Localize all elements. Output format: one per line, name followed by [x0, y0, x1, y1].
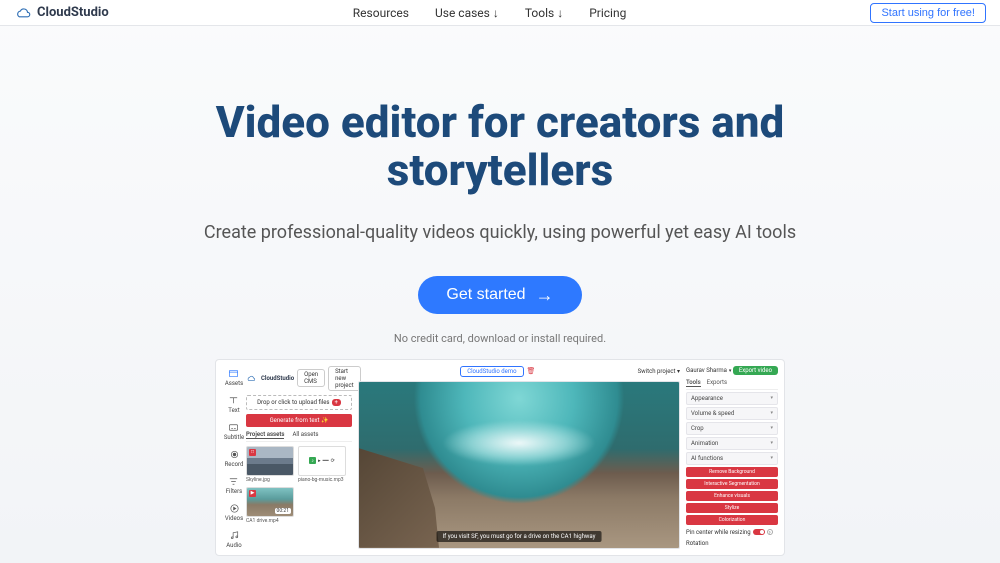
ai-remove-bg-button[interactable]: Remove Background — [686, 467, 778, 477]
nav-links: Resources Use cases ↓ Tools ↓ Pricing — [353, 6, 627, 20]
hero-note: No credit card, download or install requ… — [0, 332, 1000, 345]
tab-tools[interactable]: Tools — [686, 379, 701, 387]
text-icon — [228, 395, 239, 406]
rail-subtitle[interactable]: Subtitle — [224, 422, 244, 441]
accordion-animation[interactable]: Animation — [686, 437, 778, 450]
video-subtitle: If you visit SF, you must go for a drive… — [437, 531, 602, 542]
nav-pricing[interactable]: Pricing — [589, 6, 626, 20]
upload-dropzone[interactable]: Drop or click to upload files + — [246, 395, 352, 410]
preview-brand: CloudStudio — [246, 375, 294, 382]
badge-icon: □ — [249, 449, 256, 456]
folder-icon — [228, 368, 239, 379]
pin-center-row: Pin center while resizing ? — [686, 529, 778, 536]
cloud-icon — [246, 375, 256, 382]
badge-icon: ♪ — [309, 457, 316, 464]
accordion-ai-functions[interactable]: AI functions — [686, 452, 778, 465]
rail-filters[interactable]: Filters — [226, 476, 243, 495]
open-cms-button[interactable]: Open CMS — [297, 369, 325, 387]
ai-enhance-button[interactable]: Enhance visuals — [686, 491, 778, 501]
asset-thumb[interactable]: ▶ 00:21 CA1 drive.mp4 — [246, 487, 294, 524]
hero: Video editor for creators and storytelle… — [0, 26, 1000, 345]
badge-icon: ▶ — [249, 490, 256, 497]
rail-text[interactable]: Text — [228, 395, 239, 414]
user-menu[interactable]: Gaurav Sharma — [686, 367, 731, 374]
play-circle-icon — [229, 503, 240, 514]
app-preview: Assets Text Subtitle Record Filters Vide… — [215, 359, 785, 556]
accordion-appearance[interactable]: Appearance — [686, 392, 778, 405]
nav-tools[interactable]: Tools ↓ — [525, 6, 563, 20]
pin-center-toggle[interactable] — [753, 529, 765, 535]
start-free-button[interactable]: Start using for free! — [870, 3, 986, 23]
brand-logo[interactable]: CloudStudio — [14, 5, 109, 20]
right-panel: Gaurav Sharma Export video Tools Exports… — [686, 366, 778, 549]
nav-usecases[interactable]: Use cases ↓ — [435, 6, 499, 20]
asset-thumbnails: □ Skyline.jpg ♪ ▸━━⟳ piano-bg-music.mp3 … — [246, 446, 352, 524]
rail-audio[interactable]: Audio — [226, 530, 241, 549]
upload-plus-button[interactable]: + — [332, 399, 341, 406]
trash-icon[interactable]: 🗑 — [527, 367, 536, 375]
switch-project-dropdown[interactable]: Switch project ▾ — [638, 368, 680, 375]
rotation-row: Rotation — [686, 540, 778, 547]
ai-stylize-button[interactable]: Stylize — [686, 503, 778, 513]
rail-videos[interactable]: Videos — [225, 503, 243, 522]
video-canvas[interactable]: If you visit SF, you must go for a drive… — [358, 381, 680, 549]
tab-all-assets[interactable]: All assets — [292, 431, 318, 439]
get-started-button[interactable]: Get started → — [418, 276, 581, 314]
right-tabs: Tools Exports — [686, 379, 778, 390]
play-icon: ▸ — [318, 458, 321, 464]
hero-title: Video editor for creators and storytelle… — [0, 98, 1000, 195]
rail-assets[interactable]: Assets — [225, 368, 243, 387]
asset-thumb[interactable]: □ Skyline.jpg — [246, 446, 294, 483]
preview-center: CloudStudio demo 🗑 Switch project ▾ If y… — [358, 366, 680, 549]
accordion-crop[interactable]: Crop — [686, 422, 778, 435]
tab-exports[interactable]: Exports — [707, 379, 727, 387]
tab-project-assets[interactable]: Project assets — [246, 431, 284, 439]
help-icon[interactable]: ? — [767, 529, 773, 535]
hero-subtitle: Create professional-quality videos quick… — [0, 219, 1000, 246]
duration-badge: 00:21 — [275, 508, 291, 514]
music-icon — [229, 530, 240, 541]
accordion-volume-speed[interactable]: Volume & speed — [686, 407, 778, 420]
filters-icon — [228, 476, 239, 487]
arrow-right-icon: → — [536, 286, 554, 304]
asset-tabs: Project assets All assets — [246, 431, 352, 442]
start-new-project-button[interactable]: Start new project — [328, 366, 360, 391]
nav-resources[interactable]: Resources — [353, 6, 409, 20]
export-video-button[interactable]: Export video — [733, 366, 778, 375]
left-tool-rail: Assets Text Subtitle Record Filters Vide… — [222, 366, 246, 549]
ai-colorization-button[interactable]: Colorization — [686, 515, 778, 525]
rail-record[interactable]: Record — [225, 449, 244, 468]
subtitle-icon — [228, 422, 239, 433]
project-name-pill[interactable]: CloudStudio demo — [460, 366, 523, 377]
cloud-icon — [14, 7, 32, 19]
ai-segmentation-button[interactable]: Interactive Segmentation — [686, 479, 778, 489]
record-icon — [229, 449, 240, 460]
top-nav: CloudStudio Resources Use cases ↓ Tools … — [0, 0, 1000, 26]
asset-thumb[interactable]: ♪ ▸━━⟳ piano-bg-music.mp3 — [298, 446, 346, 483]
generate-from-text-button[interactable]: Generate from text ✨ — [246, 414, 352, 427]
assets-panel: CloudStudio Open CMS Start new project D… — [246, 366, 352, 549]
brand-text: CloudStudio — [37, 5, 109, 20]
